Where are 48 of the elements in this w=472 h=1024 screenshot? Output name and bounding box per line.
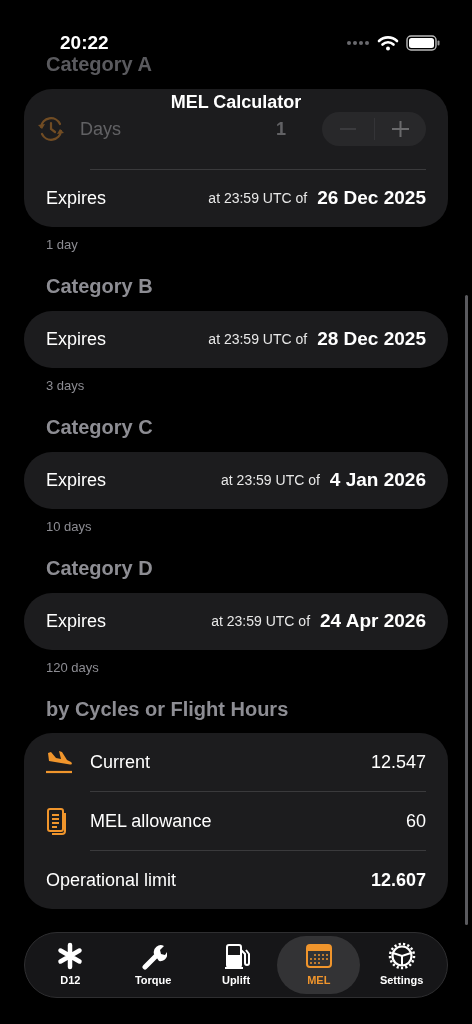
status-time: 20:22	[60, 30, 109, 55]
row-value: 12.607	[370, 868, 426, 892]
section-header: by Cycles or Flight Hours	[45, 697, 290, 721]
expires-label: Expires	[46, 187, 107, 210]
expiry-date: 24 Apr 2026	[320, 609, 426, 634]
document-icon	[45, 807, 69, 835]
row-label: MEL allowance	[90, 809, 212, 833]
days-footnote: 3 days	[45, 378, 86, 394]
stepper-value: 1	[276, 117, 286, 141]
tab-button[interactable]: Torque	[111, 936, 195, 994]
stepper-label: Days	[80, 117, 121, 141]
tab-button[interactable]: Settings	[360, 936, 443, 994]
time-note: at 23:59 UTC of	[221, 471, 320, 490]
signal-dots-icon	[346, 40, 370, 46]
row-label: Current	[90, 750, 151, 774]
battery-icon	[406, 35, 440, 51]
time-note: at 23:59 UTC of	[208, 189, 308, 208]
row-label: Operational limit	[46, 868, 177, 892]
row-value: 12.547	[370, 750, 426, 774]
fuel-pump-icon	[222, 941, 250, 970]
day-stepper[interactable]	[322, 112, 426, 146]
expiry-date: 26 Dec 2025	[317, 186, 426, 211]
section-header: Category D	[45, 556, 154, 580]
section-header: Category B	[45, 274, 154, 298]
days-footnote: 10 days	[45, 519, 93, 535]
expires-label: Expires	[46, 328, 107, 351]
time-note: at 23:59 UTC of	[211, 612, 310, 631]
tab-button[interactable]: D12	[29, 936, 112, 994]
calendar-icon	[304, 941, 333, 970]
plus-icon	[392, 121, 409, 137]
tab-button[interactable]: MEL	[277, 936, 361, 994]
nav-title: MEL Calculator	[170, 91, 302, 114]
days-footnote: 120 days	[45, 660, 100, 676]
gear-icon	[387, 941, 416, 970]
row-value: 60	[405, 809, 426, 833]
section-header: Category C	[45, 415, 154, 439]
section-header: Category A	[45, 52, 153, 76]
days-footnote: 1 day	[45, 237, 79, 253]
expiry-date: 28 Dec 2025	[317, 327, 426, 352]
plane-landing-icon	[45, 749, 73, 775]
time-note: at 23:59 UTC of	[208, 330, 308, 349]
clock-arrows-icon	[36, 114, 66, 144]
asterisk-icon	[56, 941, 85, 970]
wifi-icon	[377, 35, 399, 51]
tab-button[interactable]: Uplift	[194, 936, 278, 994]
expiry-date: 4 Jan 2026	[329, 468, 426, 493]
expires-label: Expires	[46, 469, 107, 492]
expires-label: Expires	[46, 610, 107, 633]
